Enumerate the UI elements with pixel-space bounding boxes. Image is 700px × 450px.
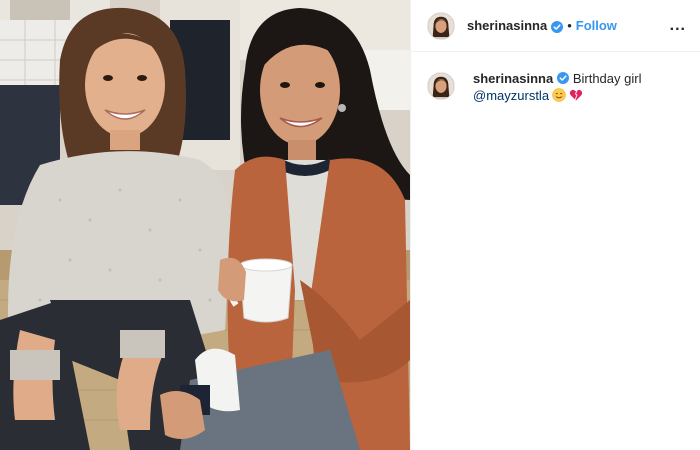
caption-username[interactable]: sherinasinna — [473, 71, 553, 86]
post-side-panel: sherinasinna • Follow ... sherinasinna B… — [410, 0, 700, 450]
avatar-image — [428, 73, 454, 99]
avatar[interactable] — [427, 72, 455, 100]
follow-button[interactable]: Follow — [576, 18, 617, 33]
caption-text: Birthday girl — [572, 71, 642, 86]
post-photo[interactable] — [0, 0, 410, 450]
avatar-image — [428, 12, 454, 39]
separator-dot: • — [567, 18, 572, 33]
more-options-icon[interactable]: ... — [670, 17, 686, 35]
verified-badge-icon — [557, 71, 570, 84]
verified-badge-icon — [551, 20, 564, 33]
post-header: sherinasinna • Follow ... — [411, 0, 700, 52]
mention-link[interactable]: @mayzurstla — [473, 88, 549, 103]
post-photo-illustration — [0, 0, 410, 450]
caption-body: sherinasinna Birthday girl @mayzurstla — [473, 70, 641, 104]
username[interactable]: sherinasinna — [467, 18, 547, 33]
caption-comment: sherinasinna Birthday girl @mayzurstla — [411, 52, 700, 104]
avatar[interactable] — [427, 11, 455, 40]
heart-icon — [569, 88, 583, 102]
smiling-face-icon — [552, 88, 566, 102]
